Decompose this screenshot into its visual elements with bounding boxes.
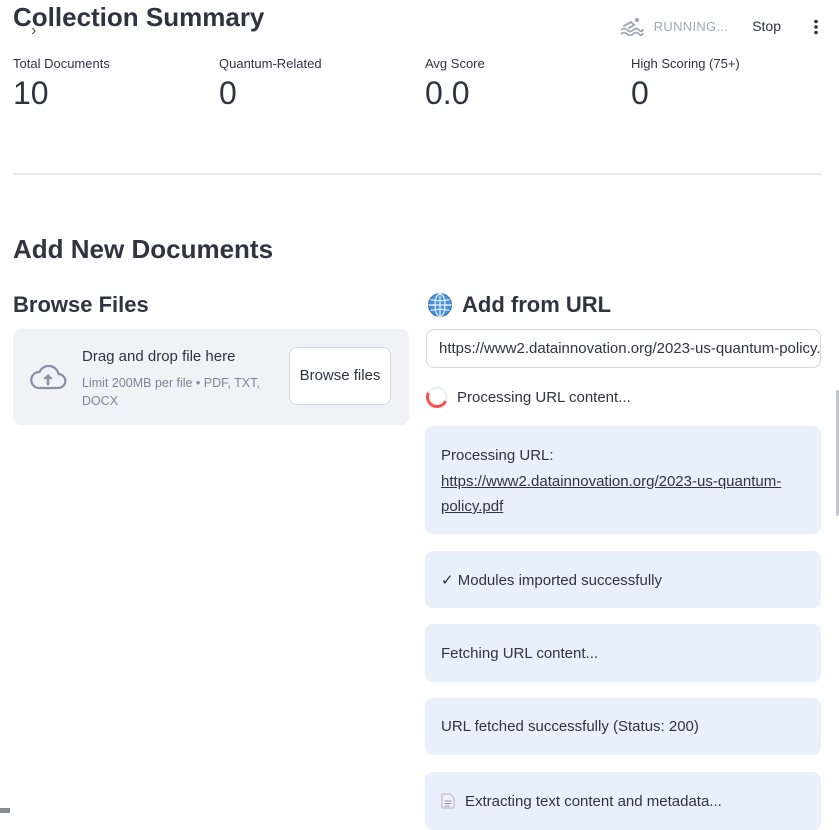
vertical-dots-icon[interactable] <box>813 19 819 35</box>
metric-value: 0.0 <box>425 75 470 111</box>
spinner-icon <box>422 382 452 412</box>
metric-label: Total Documents <box>13 56 110 71</box>
metric-label: Avg Score <box>425 56 485 71</box>
url-input[interactable]: https://www2.datainnovation.org/2023-us-… <box>426 329 821 368</box>
document-icon <box>441 793 455 809</box>
stop-button[interactable]: Stop <box>752 18 781 34</box>
globe-icon <box>428 292 452 318</box>
processing-status: Processing URL content... <box>422 382 631 412</box>
metric-label: High Scoring (75+) <box>631 56 740 71</box>
info-prefix: Processing URL: <box>441 447 554 464</box>
divider <box>13 173 821 175</box>
browse-files-heading: Browse Files <box>13 292 149 317</box>
file-dropzone[interactable]: Drag and drop file here Limit 200MB per … <box>13 329 409 425</box>
dropzone-limits: Limit 200MB per file • PDF, TXT, DOCX <box>82 376 260 408</box>
running-status: RUNNING... <box>653 18 729 34</box>
metric-high-scoring: High Scoring (75+) 0 <box>631 56 740 110</box>
page-title: Collection Summary <box>13 2 265 32</box>
swimming-icon <box>620 17 644 36</box>
info-message-extracting: Extracting text content and metadata... <box>425 772 821 830</box>
info-text: URL fetched successfully (Status: 200) <box>441 718 699 735</box>
info-message-modules: ✓ Modules imported successfully <box>425 551 821 608</box>
info-text: Extracting text content and metadata... <box>465 792 722 810</box>
add-from-url-heading: Add from URL <box>427 292 611 318</box>
chevron-right-icon[interactable]: › <box>31 22 36 40</box>
metrics-row: Total Documents 10 Quantum-Related 0 Avg… <box>13 56 823 118</box>
info-message-processing-url: Processing URL: https://www2.datainnovat… <box>425 426 821 534</box>
resize-handle <box>0 808 10 813</box>
info-message-fetched: URL fetched successfully (Status: 200) <box>425 698 821 755</box>
cloud-upload-icon <box>30 364 67 390</box>
processing-url-link[interactable]: https://www2.datainnovation.org/2023-us-… <box>441 473 781 516</box>
metric-total-documents: Total Documents 10 <box>13 56 110 110</box>
metric-label: Quantum-Related <box>219 56 322 71</box>
spinner-text: Processing URL content... <box>457 388 631 406</box>
metric-value: 0 <box>219 75 237 111</box>
url-heading-label: Add from URL <box>462 292 612 317</box>
dropzone-title: Drag and drop file here <box>82 348 236 365</box>
metric-value: 0 <box>631 75 649 111</box>
info-text: ✓ Modules imported successfully <box>441 571 662 589</box>
metric-avg-score: Avg Score 0.0 <box>425 56 485 110</box>
metric-quantum-related: Quantum-Related 0 <box>219 56 322 110</box>
info-message-fetching: Fetching URL content... <box>425 624 821 682</box>
info-text: Fetching URL content... <box>441 644 599 662</box>
metric-value: 10 <box>13 75 49 111</box>
browse-files-button[interactable]: Browse files <box>289 347 391 405</box>
status-bar: RUNNING... Stop <box>620 16 819 36</box>
add-documents-heading: Add New Documents <box>13 234 274 264</box>
